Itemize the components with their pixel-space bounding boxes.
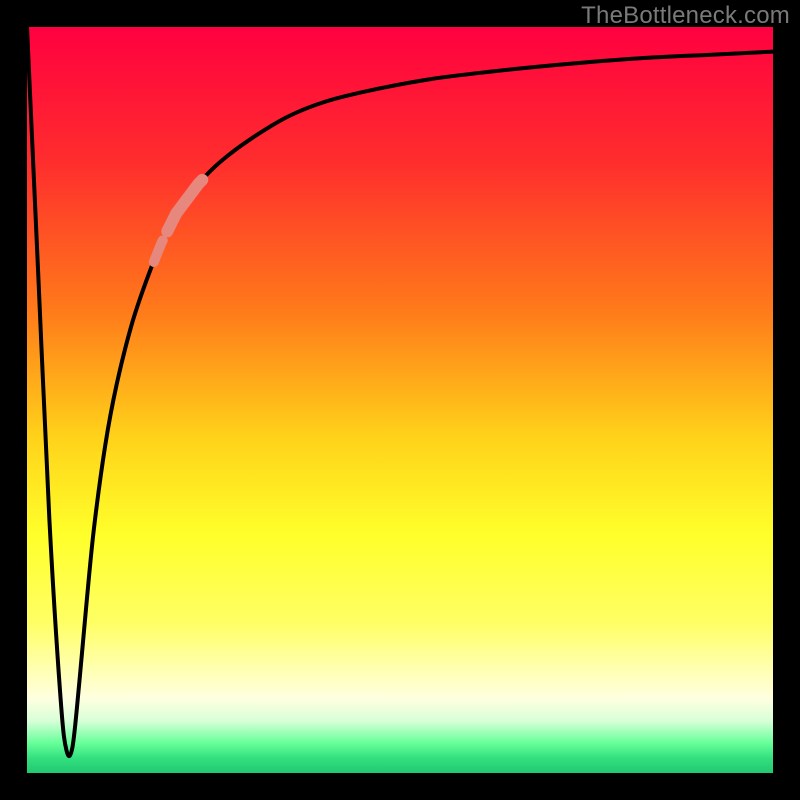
watermark-text: TheBottleneck.com xyxy=(581,2,790,30)
curve-highlight xyxy=(167,180,202,231)
bottleneck-curve-svg xyxy=(27,27,773,773)
plot-area xyxy=(27,27,773,773)
bottleneck-curve xyxy=(27,27,773,756)
curve-highlight-group xyxy=(154,180,202,262)
chart-frame: TheBottleneck.com xyxy=(0,0,800,800)
curve-highlight xyxy=(154,240,163,262)
